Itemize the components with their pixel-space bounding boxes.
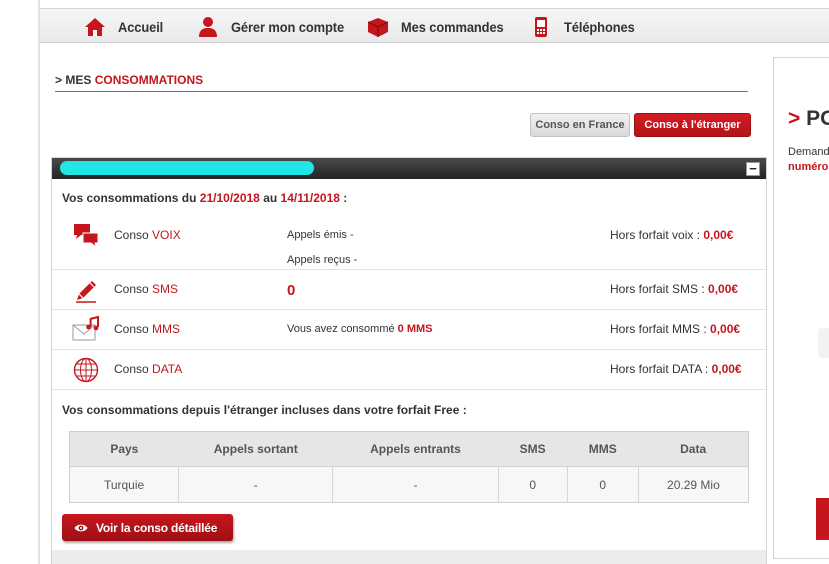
mms-overage: Hors forfait MMS : 0,00€ <box>610 322 740 336</box>
data-row: Conso DATA Hors forfait DATA : 0,00€ <box>52 350 766 390</box>
period-suffix: : <box>339 191 348 205</box>
home-icon <box>84 16 106 38</box>
col-data: Data <box>638 431 749 467</box>
period-middle: au <box>259 191 281 205</box>
period-prefix: Vos consommations du <box>62 191 200 205</box>
page-title: > MES CONSOMMATIONS <box>55 73 203 87</box>
col-outgoing-calls: Appels sortant <box>178 431 333 467</box>
voice-emitted: Appels émis - <box>287 229 354 241</box>
globe-icon <box>72 356 100 384</box>
nav-item-home[interactable]: Accueil <box>84 9 167 44</box>
voice-overage-label: Hors forfait voix : <box>610 228 704 242</box>
side-image <box>818 328 829 358</box>
side-line-1: Demand <box>788 146 829 158</box>
period-text: Vos consommations du 21/10/2018 au 14/11… <box>62 191 347 205</box>
col-mms: MMS <box>567 431 639 467</box>
cell-data: 20.29 Mio <box>638 466 749 503</box>
mms-label: Conso MMS <box>114 322 180 336</box>
side-promo-panel: > PO Demand numéro <box>773 57 829 559</box>
pencil-icon <box>72 276 100 304</box>
table-row: Turquie - - 0 0 20.29 Mio <box>69 466 749 503</box>
user-icon <box>197 16 219 38</box>
period-start: 21/10/2018 <box>199 191 260 205</box>
consumption-panel: − Vos consommations du 21/10/2018 au 14/… <box>51 157 767 564</box>
side-line-2: numéro <box>788 161 829 173</box>
side-title-prefix: > <box>788 107 807 130</box>
period-end: 14/11/2018 <box>280 191 340 205</box>
phone-icon <box>530 16 552 38</box>
nav-item-orders[interactable]: Mes commandes <box>367 9 513 44</box>
collapse-button[interactable]: − <box>746 162 760 176</box>
cell-mms: 0 <box>567 466 639 503</box>
col-sms: SMS <box>498 431 568 467</box>
panel-header: − <box>52 158 766 179</box>
side-red-button[interactable] <box>816 498 829 540</box>
sms-label-text: Conso <box>114 282 153 296</box>
voice-label: Conso VOIX <box>114 228 181 242</box>
cell-incoming-calls: - <box>332 466 499 503</box>
sms-row: Conso SMS 0 Hors forfait SMS : 0,00€ <box>52 270 766 310</box>
voice-type: VOIX <box>152 228 181 242</box>
data-overage-value: 0,00€ <box>711 362 742 376</box>
voice-overage-value: 0,00€ <box>703 228 734 242</box>
nav-item-phones[interactable]: Téléphones <box>530 9 641 44</box>
side-title: > PO <box>788 107 829 131</box>
envelope-music-icon <box>72 316 100 344</box>
voice-overage: Hors forfait voix : 0,00€ <box>610 228 733 242</box>
cell-sms: 0 <box>498 466 568 503</box>
title-divider <box>55 91 748 92</box>
sms-label: Conso SMS <box>114 282 178 296</box>
mms-label-text: Conso <box>114 322 153 336</box>
page-title-prefix: > MES <box>55 73 95 87</box>
nav-item-account[interactable]: Gérer mon compte <box>197 9 354 44</box>
abroad-title: Vos consommations depuis l'étranger incl… <box>62 403 467 417</box>
mms-consumed-prefix: Vous avez consommé <box>287 323 398 335</box>
nav-label: Gérer mon compte <box>231 18 345 35</box>
view-details-button[interactable]: Voir la conso détaillée <box>62 514 233 541</box>
box-icon <box>367 16 389 38</box>
nav-label: Téléphones <box>564 18 635 35</box>
mms-consumed-value: 0 MMS <box>397 323 433 335</box>
page-border <box>38 0 40 564</box>
conso-france-button[interactable]: Conso en France <box>530 113 630 137</box>
page: Accueil Gérer mon compte Mes commandes T… <box>0 0 829 564</box>
data-overage-label: Hors forfait DATA : <box>610 362 712 376</box>
mms-consumed: Vous avez consommé 0 MMS <box>287 323 433 335</box>
voice-row: Conso VOIX Appels émis - Appels reçus - … <box>52 215 766 270</box>
col-country: Pays <box>69 431 179 467</box>
data-label: Conso DATA <box>114 362 182 376</box>
mms-overage-label: Hors forfait MMS : <box>610 322 711 336</box>
sms-overage: Hors forfait SMS : 0,00€ <box>610 282 738 296</box>
panel-footer <box>52 550 766 564</box>
nav-label: Accueil <box>118 18 164 35</box>
voice-label-text: Conso <box>114 228 153 242</box>
mms-type: MMS <box>152 322 181 336</box>
col-incoming-calls: Appels entrants <box>332 431 499 467</box>
eye-icon <box>74 523 88 533</box>
sms-count: 0 <box>287 282 296 299</box>
data-label-text: Conso <box>114 362 153 376</box>
data-overage: Hors forfait DATA : 0,00€ <box>610 362 742 376</box>
sms-overage-label: Hors forfait SMS : <box>610 282 709 296</box>
mms-overage-value: 0,00€ <box>710 322 741 336</box>
cell-outgoing-calls: - <box>178 466 334 503</box>
data-type: DATA <box>152 362 183 376</box>
redacted-line-number <box>60 161 314 175</box>
abroad-table: Pays Appels sortant Appels entrants SMS … <box>69 431 749 503</box>
sms-overage-value: 0,00€ <box>708 282 739 296</box>
table-header-row: Pays Appels sortant Appels entrants SMS … <box>69 431 749 467</box>
chat-bubbles-icon <box>72 221 100 249</box>
voice-received: Appels reçus - <box>287 254 358 266</box>
mms-row: Conso MMS Vous avez consommé 0 MMS Hors … <box>52 310 766 350</box>
side-title-text: PO <box>806 107 829 130</box>
view-details-label: Voir la conso détaillée <box>96 520 218 535</box>
nav-label: Mes commandes <box>401 18 504 35</box>
top-nav: Accueil Gérer mon compte Mes commandes T… <box>40 8 829 43</box>
page-title-highlight: CONSOMMATIONS <box>94 73 204 87</box>
conso-abroad-button[interactable]: Conso à l'étranger <box>634 113 751 137</box>
cell-country: Turquie <box>69 466 180 503</box>
sms-type: SMS <box>152 282 179 296</box>
